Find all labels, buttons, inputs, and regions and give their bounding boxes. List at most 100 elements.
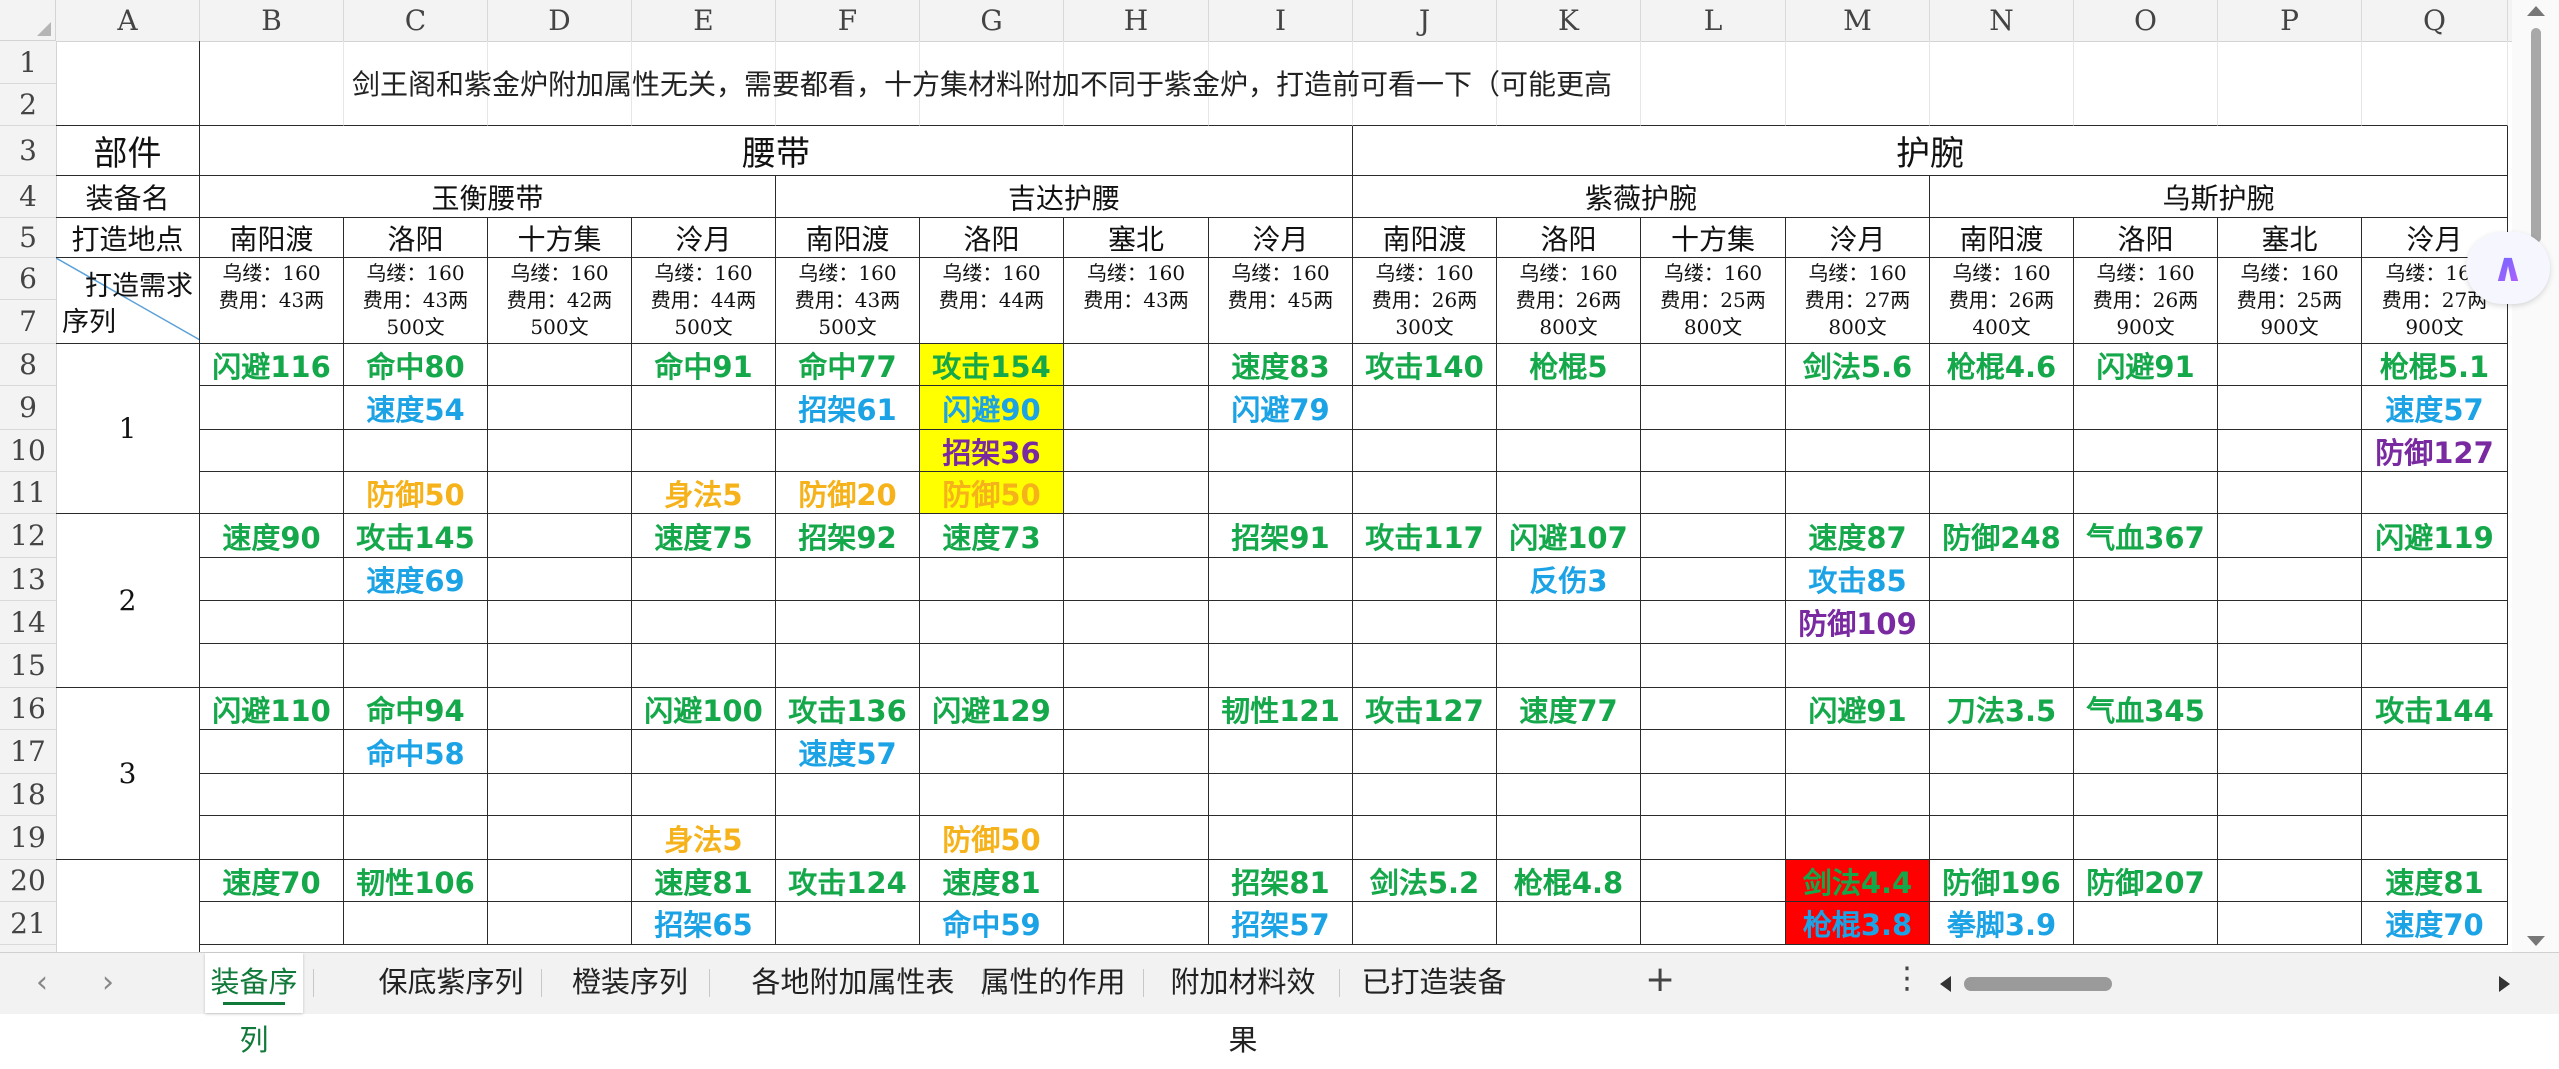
more-options-icon[interactable]: ⋮ (1892, 961, 1922, 996)
attribute-cell[interactable]: 命中80 (344, 344, 488, 386)
empty-cell[interactable] (1930, 601, 2074, 644)
vertical-scroll-thumb[interactable] (2531, 28, 2541, 243)
empty-cell[interactable] (488, 344, 632, 386)
attribute-cell[interactable]: 招架65 (632, 902, 776, 945)
empty-cell[interactable] (632, 601, 776, 644)
prev-sheet-icon[interactable]: ‹ (36, 965, 48, 1000)
attribute-cell[interactable]: 闪避110 (200, 688, 344, 730)
empty-cell[interactable] (2074, 816, 2218, 860)
empty-cell[interactable] (1353, 730, 1497, 774)
row-header-2[interactable]: 2 (0, 84, 56, 126)
row-header-1[interactable]: 1 (0, 41, 56, 84)
empty-cell[interactable] (2362, 558, 2508, 601)
empty-cell[interactable] (1786, 730, 1930, 774)
attribute-cell[interactable]: 速度87 (1786, 514, 1930, 558)
empty-cell[interactable] (776, 558, 920, 601)
empty-cell[interactable] (2074, 472, 2218, 514)
empty-cell[interactable] (1497, 472, 1641, 514)
empty-cell[interactable] (920, 644, 1064, 688)
empty-cell[interactable] (1353, 558, 1497, 601)
empty-cell[interactable] (632, 730, 776, 774)
empty-cell[interactable] (1930, 558, 2074, 601)
empty-cell[interactable] (1930, 430, 2074, 472)
attribute-cell[interactable]: 防御207 (2074, 860, 2218, 902)
empty-cell[interactable] (1209, 472, 1353, 514)
empty-cell[interactable] (1209, 816, 1353, 860)
attribute-cell[interactable]: 招架81 (1209, 860, 1353, 902)
row-header-7[interactable]: 7 (0, 300, 56, 344)
group-2[interactable]: 2 (56, 514, 200, 688)
column-header-q[interactable]: Q (2362, 0, 2508, 41)
empty-cell[interactable] (344, 816, 488, 860)
sheet-tab-6[interactable]: 附加材料效果 (1157, 953, 1329, 1057)
empty-cell[interactable] (200, 430, 344, 472)
attribute-cell[interactable]: 枪棍5.1 (2362, 344, 2508, 386)
next-sheet-icon[interactable]: › (102, 965, 114, 1000)
attribute-cell[interactable]: 身法5 (632, 472, 776, 514)
empty-cell[interactable] (2218, 558, 2362, 601)
empty-cell[interactable] (488, 386, 632, 430)
empty-cell[interactable] (2074, 644, 2218, 688)
attribute-cell[interactable]: 速度57 (2362, 386, 2508, 430)
attribute-cell[interactable]: 速度69 (344, 558, 488, 601)
attribute-cell[interactable]: 命中58 (344, 730, 488, 774)
empty-cell[interactable] (1641, 860, 1786, 902)
column-header-n[interactable]: N (1930, 0, 2074, 41)
location-12[interactable]: 泠月 (1786, 218, 1930, 258)
empty-cell[interactable] (776, 430, 920, 472)
empty-cell[interactable] (2074, 902, 2218, 945)
empty-cell[interactable] (1930, 644, 2074, 688)
row-header-11[interactable]: 11 (0, 472, 56, 514)
column-header-h[interactable]: H (1064, 0, 1209, 41)
select-all-corner[interactable] (0, 0, 56, 41)
row-header-4[interactable]: 4 (0, 176, 56, 218)
empty-cell[interactable] (1064, 816, 1209, 860)
requirement-10[interactable]: 乌缕：160 费用：26两 800文 (1497, 258, 1641, 344)
horizontal-scroll-thumb[interactable] (1964, 977, 2112, 991)
empty-cell[interactable] (1209, 730, 1353, 774)
empty-cell[interactable] (1497, 816, 1641, 860)
part-label[interactable]: 部件 (56, 126, 200, 176)
attribute-cell[interactable]: 韧性121 (1209, 688, 1353, 730)
location-15[interactable]: 塞北 (2218, 218, 2362, 258)
empty-cell[interactable] (1641, 902, 1786, 945)
attribute-cell[interactable]: 招架57 (1209, 902, 1353, 945)
empty-cell[interactable] (1497, 601, 1641, 644)
empty-cell[interactable] (200, 816, 344, 860)
requirement-13[interactable]: 乌缕：160 费用：26两 400文 (1930, 258, 2074, 344)
location-label[interactable]: 打造地点 (56, 218, 200, 258)
empty-cell[interactable] (1353, 430, 1497, 472)
empty-cell[interactable] (2074, 430, 2218, 472)
row-header-3[interactable]: 3 (0, 126, 56, 176)
attribute-cell[interactable]: 枪棍3.8 (1786, 902, 1930, 945)
attribute-cell[interactable]: 气血345 (2074, 688, 2218, 730)
attribute-cell[interactable]: 防御109 (1786, 601, 1930, 644)
attribute-cell[interactable]: 命中77 (776, 344, 920, 386)
attribute-cell[interactable]: 速度54 (344, 386, 488, 430)
empty-cell[interactable] (1930, 816, 2074, 860)
empty-cell[interactable] (1930, 472, 2074, 514)
empty-cell[interactable] (344, 601, 488, 644)
empty-cell[interactable] (1497, 386, 1641, 430)
empty-cell[interactable] (200, 386, 344, 430)
empty-cell[interactable] (632, 430, 776, 472)
row-header-14[interactable]: 14 (0, 601, 56, 644)
column-header-l[interactable]: L (1641, 0, 1786, 41)
empty-cell[interactable] (2218, 514, 2362, 558)
scroll-right-icon[interactable] (2499, 976, 2510, 992)
attribute-cell[interactable]: 速度90 (200, 514, 344, 558)
sheet-tab-2[interactable]: 保底紫序列 (371, 953, 531, 1013)
empty-cell[interactable] (776, 644, 920, 688)
empty-cell[interactable] (2218, 601, 2362, 644)
sheet-tab-3[interactable]: 橙装序列 (561, 953, 699, 1013)
location-2[interactable]: 洛阳 (344, 218, 488, 258)
attribute-cell[interactable]: 身法5 (632, 816, 776, 860)
column-header-p[interactable]: P (2218, 0, 2362, 41)
attribute-cell[interactable]: 速度70 (2362, 902, 2508, 945)
empty-cell[interactable] (1641, 514, 1786, 558)
cell-empty-top[interactable] (200, 41, 344, 126)
equip-jida[interactable]: 吉达护腰 (776, 176, 1353, 218)
attribute-cell[interactable]: 闪避107 (1497, 514, 1641, 558)
empty-cell[interactable] (2218, 644, 2362, 688)
attribute-cell[interactable]: 攻击144 (2362, 688, 2508, 730)
